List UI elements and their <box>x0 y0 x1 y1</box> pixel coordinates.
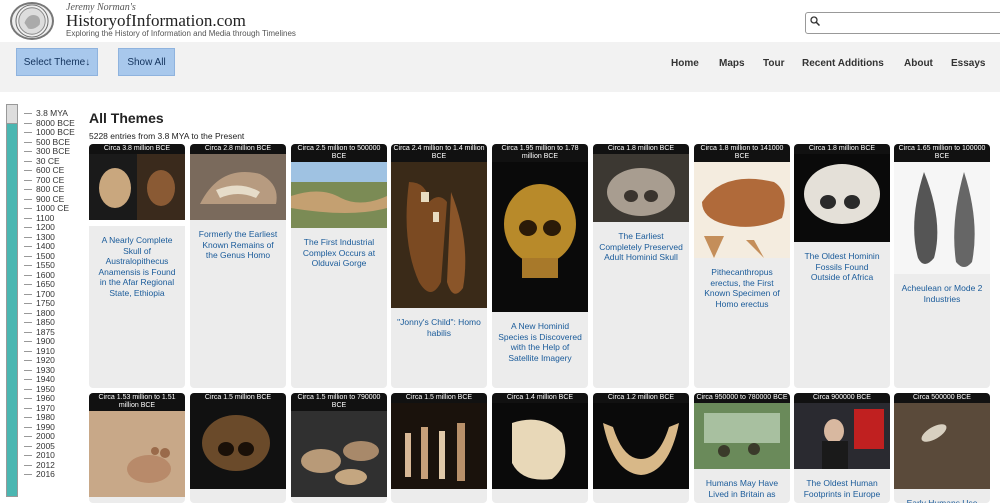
card-date: Circa 1.5 million to 790000 BCE <box>291 393 387 411</box>
card-image[interactable] <box>894 162 990 274</box>
card-title-link[interactable]: "Jonny's Child": Homo habilis <box>391 317 487 338</box>
entry-count: 5228 entries from 3.8 MYA to the Present <box>89 131 245 141</box>
entry-card[interactable]: Circa 900000 BCE The Oldest Human Footpri… <box>794 393 890 503</box>
card-image[interactable] <box>492 403 588 489</box>
card-title-link[interactable]: A New Hominid Species is Discovered with… <box>492 321 588 363</box>
card-image[interactable] <box>291 411 387 497</box>
select-theme-button[interactable]: Select Theme↓ <box>16 48 98 76</box>
card-date: Circa 1.5 million BCE <box>391 393 487 403</box>
card-title-link[interactable]: The Oldest Hominin Fossils Found Outside… <box>794 251 890 283</box>
entry-card[interactable]: Circa 2.4 million to 1.4 million BCE "Jon… <box>391 144 487 388</box>
timeline-tick[interactable]: 1000 CE <box>24 203 84 214</box>
card-date: Circa 1.8 million to 141000 BCE <box>694 144 790 162</box>
entry-card[interactable]: Circa 1.8 million BCE The Oldest Hominin … <box>794 144 890 388</box>
entry-card[interactable]: Circa 1.8 million to 141000 BCE Pithecant… <box>694 144 790 388</box>
card-date: Circa 1.53 million to 1.51 million BCE <box>89 393 185 411</box>
entry-card[interactable]: Circa 1.53 million to 1.51 million BCE <box>89 393 185 503</box>
card-title-link[interactable]: The Oldest Human Footprints in Europe <box>794 478 890 499</box>
card-title-link[interactable]: The First Industrial Complex Occurs at O… <box>291 237 387 269</box>
entry-card[interactable]: Circa 1.5 million BCE <box>190 393 286 503</box>
card-image[interactable] <box>190 154 286 220</box>
timeline-scrollbar[interactable] <box>6 104 18 497</box>
card-image[interactable] <box>391 403 487 489</box>
card-date: Circa 1.5 million BCE <box>190 393 286 403</box>
entry-card[interactable]: Circa 500000 BCE Early Humans Use <box>894 393 990 503</box>
entry-card[interactable]: Circa 1.5 million to 790000 BCE <box>291 393 387 503</box>
entry-card[interactable]: Circa 1.4 million BCE <box>492 393 588 503</box>
page-title: All Themes <box>89 110 164 126</box>
card-date: Circa 1.8 million BCE <box>794 144 890 154</box>
nav-bar: Select Theme↓ Show All Home Maps Tour Re… <box>0 42 1000 92</box>
card-date: Circa 3.8 million BCE <box>89 144 185 154</box>
card-image[interactable] <box>694 162 790 258</box>
card-image[interactable] <box>794 154 890 242</box>
entry-card[interactable]: Circa 1.2 million BCE <box>593 393 689 503</box>
card-image[interactable] <box>593 403 689 489</box>
logo-seal-icon[interactable] <box>10 2 54 40</box>
entry-card[interactable]: Circa 3.8 million BCE A Nearly Complete S… <box>89 144 185 388</box>
timeline-handle[interactable] <box>7 105 17 124</box>
timeline-ticks: 3.8 MYA 8000 BCE 1000 BCE 500 BCE 300 BCE 30 … <box>24 108 84 480</box>
card-image[interactable] <box>89 411 185 497</box>
card-date: Circa 1.95 million to 1.78 million BCE <box>492 144 588 162</box>
card-title-link[interactable]: A Nearly Complete Skull of Australopithe… <box>89 235 185 298</box>
card-date: Circa 500000 BCE <box>894 393 990 403</box>
nav-link-recent-additions[interactable]: Recent Additions <box>802 58 884 69</box>
search-input[interactable] <box>805 12 1000 34</box>
brand-tagline: Exploring the History of Information and… <box>66 29 296 38</box>
card-image[interactable] <box>291 162 387 228</box>
card-title-link[interactable]: The Earliest Completely Preserved Adult … <box>593 231 689 263</box>
card-date: Circa 1.65 million to 100000 BCE <box>894 144 990 162</box>
nav-link-about[interactable]: About <box>904 58 933 69</box>
show-all-button[interactable]: Show All <box>118 48 175 76</box>
card-date: Circa 2.4 million to 1.4 million BCE <box>391 144 487 162</box>
card-image[interactable] <box>694 403 790 469</box>
card-image[interactable] <box>593 154 689 222</box>
card-date: Circa 1.8 million BCE <box>593 144 689 154</box>
nav-link-home[interactable]: Home <box>671 58 699 69</box>
card-image[interactable] <box>492 162 588 312</box>
entry-card[interactable]: Circa 1.95 million to 1.78 million BCE A … <box>492 144 588 388</box>
entry-card[interactable]: Circa 2.5 million to 500000 BCE The First… <box>291 144 387 388</box>
card-date: Circa 1.2 million BCE <box>593 393 689 403</box>
card-date: Circa 1.4 million BCE <box>492 393 588 403</box>
card-date: Circa 900000 BCE <box>794 393 890 403</box>
card-title-link[interactable]: Acheulean or Mode 2 Industries <box>894 283 990 304</box>
card-title-link[interactable]: Humans May Have Lived in Britain as <box>694 478 790 499</box>
card-date: Circa 950000 to 780000 BCE <box>694 393 790 403</box>
search-icon[interactable] <box>810 16 820 26</box>
card-image[interactable] <box>794 403 890 469</box>
entry-card[interactable]: Circa 1.65 million to 100000 BCE Acheulea… <box>894 144 990 388</box>
card-title-link[interactable]: Formerly the Earliest Known Remains of t… <box>190 229 286 261</box>
card-image[interactable] <box>89 154 185 226</box>
entry-card[interactable]: Circa 2.8 million BCE Formerly the Earlie… <box>190 144 286 388</box>
entry-card[interactable]: Circa 1.5 million BCE <box>391 393 487 503</box>
nav-link-essays[interactable]: Essays <box>951 58 985 69</box>
entry-card[interactable]: Circa 1.8 million BCE The Earliest Comple… <box>593 144 689 388</box>
nav-link-maps[interactable]: Maps <box>719 58 745 69</box>
card-image[interactable] <box>894 403 990 489</box>
top-header: Jeremy Norman's HistoryofInformation.com… <box>0 0 1000 43</box>
card-image[interactable] <box>190 403 286 489</box>
card-date: Circa 2.5 million to 500000 BCE <box>291 144 387 162</box>
entry-card[interactable]: Circa 950000 to 780000 BCE Humans May Hav… <box>694 393 790 503</box>
nav-link-tour[interactable]: Tour <box>763 58 784 69</box>
brand-name[interactable]: HistoryofInformation.com <box>66 11 246 31</box>
timeline-tick[interactable]: 2016 <box>24 469 84 480</box>
card-title-link[interactable]: Pithecanthropus erectus, the First Known… <box>694 267 790 309</box>
card-date: Circa 2.8 million BCE <box>190 144 286 154</box>
card-title-link[interactable]: Early Humans Use <box>894 498 990 503</box>
card-image[interactable] <box>391 162 487 308</box>
